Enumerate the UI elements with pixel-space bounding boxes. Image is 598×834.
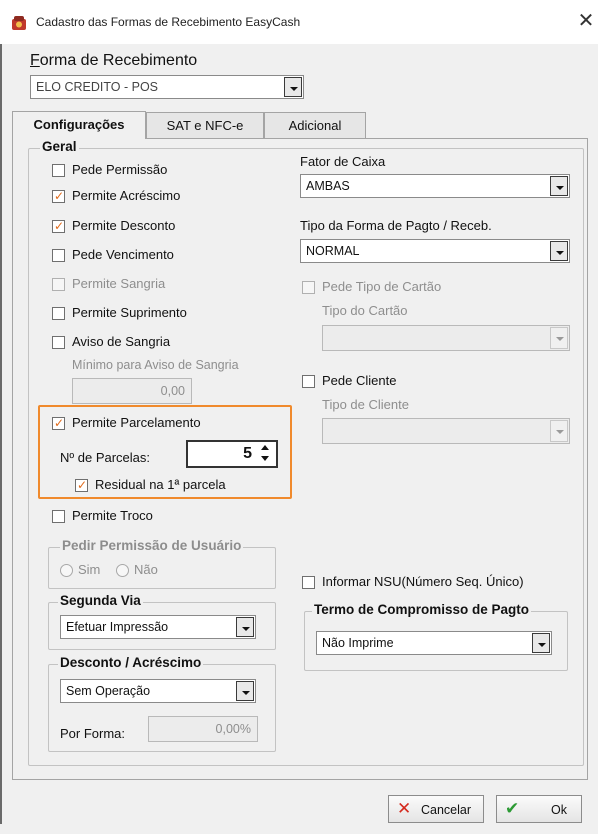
numero-parcelas-spinner[interactable]: 5 — [186, 440, 278, 468]
por-forma-label: Por Forma: — [60, 726, 126, 741]
segunda-via-legend: Segunda Via — [58, 593, 143, 608]
pede-vencimento-label: Pede Vencimento — [72, 247, 174, 262]
permite-sangria-label: Permite Sangria — [72, 276, 166, 291]
forma-recebimento-label: Forma de Recebimento — [30, 52, 198, 69]
check-icon: ✓ — [54, 189, 65, 203]
tab-configuracoes[interactable]: Configurações — [12, 111, 146, 139]
forma-recebimento-value: ELO CREDITO - POS — [36, 80, 159, 94]
ok-button[interactable]: ✔ Ok — [496, 795, 582, 823]
window-title: Cadastro das Formas de Recebimento EasyC… — [36, 15, 301, 29]
minimo-aviso-sangria-field: 0,00 — [72, 378, 192, 404]
tab-adicional[interactable]: Adicional — [264, 112, 366, 138]
pede-permissao-checkbox[interactable] — [52, 164, 65, 177]
chevron-down-icon[interactable] — [532, 633, 550, 653]
chevron-down-icon[interactable] — [236, 617, 254, 637]
permite-parcelamento-checkbox[interactable]: ✓ — [52, 416, 65, 430]
pedir-permissao-legend: Pedir Permissão de Usuário — [60, 538, 244, 553]
cancel-label: Cancelar — [421, 803, 472, 817]
chevron-down-icon — [550, 420, 568, 442]
chevron-down-icon[interactable] — [284, 77, 302, 97]
desconto-acrescimo-value: Sem Operação — [66, 684, 151, 698]
close-icon: ✕ — [397, 799, 412, 818]
numero-parcelas-label: Nº de Parcelas: — [60, 450, 151, 465]
residual-checkbox[interactable]: ✓ — [75, 478, 88, 492]
pede-permissao-label: Pede Permissão — [72, 162, 168, 177]
window-edge — [0, 44, 2, 824]
tipo-forma-select[interactable]: NORMAL — [300, 239, 570, 263]
minimo-aviso-sangria-label: Mínimo para Aviso de Sangria — [72, 358, 239, 372]
pede-vencimento-checkbox[interactable] — [52, 249, 65, 262]
check-icon: ✓ — [77, 478, 88, 492]
tipo-cartao-select — [322, 325, 570, 351]
desconto-acrescimo-select[interactable]: Sem Operação — [60, 679, 256, 703]
informar-nsu-checkbox[interactable] — [302, 576, 315, 589]
pede-cliente-label: Pede Cliente — [322, 373, 397, 388]
informar-nsu-label: Informar NSU(Número Seq. Único) — [322, 574, 524, 589]
segunda-via-select[interactable]: Efetuar Impressão — [60, 615, 256, 639]
permite-desconto-label: Permite Desconto — [72, 218, 176, 233]
tipo-cliente-label: Tipo de Cliente — [322, 397, 409, 412]
permite-acrescimo-label: Permite Acréscimo — [72, 188, 181, 203]
app-icon — [12, 16, 26, 30]
permite-suprimento-checkbox[interactable] — [52, 307, 65, 320]
spinner-arrows-icon[interactable] — [259, 444, 273, 464]
check-icon: ✔ — [505, 799, 520, 818]
chevron-down-icon[interactable] — [550, 241, 568, 261]
check-icon: ✓ — [54, 219, 65, 233]
radio-nao — [116, 564, 129, 577]
pede-tipo-cartao-label: Pede Tipo de Cartão — [322, 279, 442, 294]
aviso-sangria-checkbox[interactable] — [52, 336, 65, 349]
permite-acrescimo-checkbox[interactable]: ✓ — [52, 189, 65, 203]
aviso-sangria-label: Aviso de Sangria — [72, 334, 171, 349]
segunda-via-value: Efetuar Impressão — [66, 620, 169, 634]
chevron-down-icon[interactable] — [550, 176, 568, 196]
chevron-down-icon[interactable] — [236, 681, 254, 701]
desconto-acrescimo-legend: Desconto / Acréscimo — [58, 655, 204, 670]
pede-cliente-checkbox[interactable] — [302, 375, 315, 388]
permite-desconto-checkbox[interactable]: ✓ — [52, 219, 65, 233]
residual-label: Residual na 1ª parcela — [95, 477, 226, 492]
geral-legend: Geral — [40, 139, 79, 154]
permite-sangria-checkbox — [52, 278, 65, 291]
close-icon[interactable]: ✕ — [576, 10, 596, 32]
permite-parcelamento-label: Permite Parcelamento — [72, 415, 201, 430]
termo-select[interactable]: Não Imprime — [316, 631, 552, 655]
fator-caixa-select[interactable]: AMBAS — [300, 174, 570, 198]
por-forma-value: 0,00% — [215, 722, 251, 736]
por-forma-field: 0,00% — [148, 716, 258, 742]
radio-sim — [60, 564, 73, 577]
tipo-forma-label: Tipo da Forma de Pagto / Receb. — [300, 218, 492, 233]
tipo-cartao-label: Tipo do Cartão — [322, 303, 408, 318]
radio-sim-label: Sim — [78, 562, 101, 577]
ok-label: Ok — [551, 803, 567, 817]
cancel-button[interactable]: ✕ Cancelar — [388, 795, 484, 823]
tipo-forma-value: NORMAL — [306, 244, 360, 258]
termo-value: Não Imprime — [322, 636, 394, 650]
permite-troco-checkbox[interactable] — [52, 510, 65, 523]
minimo-aviso-sangria-value: 0,00 — [160, 384, 185, 398]
numero-parcelas-value: 5 — [243, 445, 252, 462]
chevron-down-icon — [550, 327, 568, 349]
pede-tipo-cartao-checkbox — [302, 281, 315, 294]
tab-sat-nfce[interactable]: SAT e NFC-e — [146, 112, 264, 138]
permite-troco-label: Permite Troco — [72, 508, 153, 523]
fator-caixa-label: Fator de Caixa — [300, 154, 386, 169]
forma-recebimento-select[interactable]: ELO CREDITO - POS — [30, 75, 304, 99]
termo-legend: Termo de Compromisso de Pagto — [312, 602, 532, 617]
check-icon: ✓ — [54, 416, 65, 430]
tipo-cliente-select — [322, 418, 570, 444]
fator-caixa-value: AMBAS — [306, 179, 350, 193]
permite-suprimento-label: Permite Suprimento — [72, 305, 187, 320]
radio-nao-label: Não — [134, 562, 158, 577]
